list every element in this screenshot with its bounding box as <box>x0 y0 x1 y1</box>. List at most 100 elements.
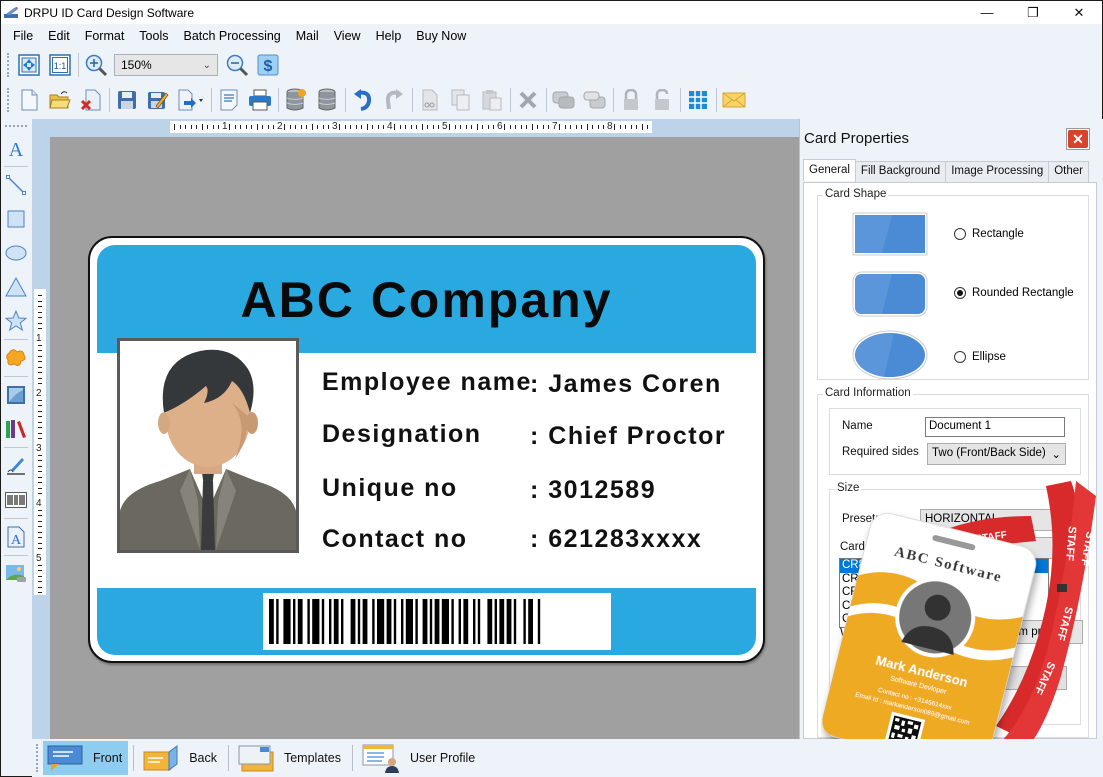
mail-button[interactable] <box>721 87 747 113</box>
user-profile-button[interactable]: User Profile <box>358 741 481 775</box>
star-tool-button[interactable] <box>1 304 31 338</box>
radio-button[interactable] <box>954 287 966 299</box>
symbol-tool-button[interactable] <box>1 341 31 375</box>
triangle-tool-button[interactable] <box>1 270 31 304</box>
actual-size-button[interactable]: 1:1 <box>47 52 73 78</box>
picture-tool-button[interactable] <box>1 557 31 591</box>
required-sides-select[interactable]: Two (Front/Back Side) ⌄ <box>927 443 1066 465</box>
toolbar-grip[interactable] <box>7 53 10 77</box>
database-button[interactable] <box>314 87 340 113</box>
radio-rounded-rectangle[interactable]: Rounded Rectangle <box>954 287 1074 299</box>
export-button[interactable] <box>176 87 206 113</box>
info-row-designation[interactable]: Designation: Chief Proctor <box>322 420 726 450</box>
id-card-front[interactable]: ABC Company Employee name: James Coren D… <box>88 236 765 663</box>
menu-format[interactable]: Format <box>79 29 131 43</box>
menu-edit[interactable]: Edit <box>42 29 76 43</box>
get-from-printer-button[interactable]: from pri <box>988 620 1083 644</box>
paste-button[interactable] <box>479 87 505 113</box>
tab-other[interactable]: Other <box>1048 161 1089 182</box>
menu-mail[interactable]: Mail <box>290 29 325 43</box>
image-tool-button[interactable] <box>1 378 31 412</box>
front-side-button[interactable]: Front <box>43 741 129 775</box>
menu-buy-now[interactable]: Buy Now <box>410 29 472 43</box>
tab-fill-background[interactable]: Fill Background <box>854 161 947 182</box>
library-tool-button[interactable] <box>1 412 31 446</box>
info-row-unique-no[interactable]: Unique no: 3012589 <box>322 474 656 504</box>
save-as-button[interactable] <box>145 87 171 113</box>
restore-button[interactable]: ❐ <box>1010 1 1056 24</box>
templates-button[interactable]: Templates <box>234 741 347 775</box>
list-item[interactable]: CR90 <box>840 586 1048 600</box>
ellipse-tool-button[interactable] <box>1 236 31 270</box>
new-button[interactable] <box>16 87 42 113</box>
signature-tool-button[interactable] <box>1 449 31 483</box>
bring-forward-button[interactable] <box>551 87 577 113</box>
fit-to-window-button[interactable] <box>16 52 42 78</box>
undo-button[interactable] <box>350 87 376 113</box>
close-icon: ✕ <box>1068 130 1088 148</box>
cut-button[interactable] <box>417 87 443 113</box>
tab-image-processing[interactable]: Image Processing <box>945 161 1050 182</box>
preset-select[interactable]: HORIZONTAL <box>920 509 1070 531</box>
database-add-button[interactable] <box>283 87 309 113</box>
open-button[interactable] <box>47 87 73 113</box>
minimize-button[interactable]: — <box>964 1 1010 24</box>
line-tool-button[interactable] <box>1 168 31 202</box>
toolbar-grip[interactable] <box>5 125 27 127</box>
close-button[interactable]: ✕ <box>1056 1 1102 24</box>
apply-button[interactable]: App <box>994 666 1067 690</box>
menu-file[interactable]: File <box>7 29 39 43</box>
print-preview-button[interactable] <box>216 87 242 113</box>
employee-photo[interactable] <box>117 338 299 553</box>
radio-button[interactable] <box>954 351 966 363</box>
zoom-level-select[interactable]: 150% ⌄ <box>114 54 218 76</box>
save-button[interactable] <box>114 87 140 113</box>
ruler-tick <box>454 125 456 129</box>
name-input[interactable]: Document 1 <box>925 417 1065 437</box>
card-category-select[interactable]: PVC_Card <box>919 537 1069 559</box>
radio-ellipse[interactable]: Ellipse <box>954 351 1006 363</box>
canvas[interactable]: ABC Company Employee name: James Coren D… <box>50 137 799 739</box>
ruler-tick <box>581 125 582 129</box>
barcode[interactable] <box>263 593 611 650</box>
text-tool-button[interactable]: A <box>1 131 31 165</box>
menu-help[interactable]: Help <box>370 29 408 43</box>
button-label: User Profile <box>409 751 476 765</box>
redo-button[interactable] <box>381 87 407 113</box>
print-button[interactable] <box>247 87 273 113</box>
lock-button[interactable] <box>618 87 644 113</box>
tab-general[interactable]: General <box>803 159 856 181</box>
menu-batch-processing[interactable]: Batch Processing <box>177 29 286 43</box>
zoom-out-button[interactable] <box>224 52 250 78</box>
barcode-tool-button[interactable] <box>1 483 31 517</box>
ruler-tick <box>421 124 423 130</box>
rectangle-shape-preview[interactable] <box>852 212 928 256</box>
list-item[interactable]: CR80-C <box>840 559 1048 573</box>
panel-close-button[interactable]: ✕ <box>1066 128 1090 150</box>
grid-button[interactable] <box>685 87 711 113</box>
close-document-button[interactable] <box>78 87 104 113</box>
card-size-list[interactable]: CR80-C CR79 CR90 CR10 CR5 <box>839 558 1049 628</box>
ellipse-shape-preview[interactable] <box>852 330 928 380</box>
watermark-tool-button[interactable]: A <box>1 520 31 554</box>
toolbar-grip[interactable] <box>36 744 39 772</box>
list-item[interactable]: CR79 <box>840 573 1048 587</box>
radio-rectangle[interactable]: Rectangle <box>954 228 1024 240</box>
radio-button[interactable] <box>954 228 966 240</box>
company-name[interactable]: ABC Company <box>97 271 756 329</box>
copy-button[interactable] <box>448 87 474 113</box>
menu-view[interactable]: View <box>328 29 367 43</box>
toolbar-grip[interactable] <box>7 88 10 112</box>
buy-button[interactable]: $ <box>255 52 281 78</box>
menu-tools[interactable]: Tools <box>133 29 174 43</box>
rectangle-tool-button[interactable] <box>1 202 31 236</box>
unlock-button[interactable] <box>649 87 675 113</box>
back-side-button[interactable]: Back <box>139 741 223 775</box>
info-row-contact-no[interactable]: Contact no: 621283xxxx <box>322 525 702 554</box>
delete-button[interactable] <box>515 87 541 113</box>
info-row-employee-name[interactable]: Employee name: James Coren <box>322 368 722 398</box>
zoom-in-button[interactable] <box>83 52 109 78</box>
send-backward-button[interactable] <box>582 87 608 113</box>
list-item[interactable]: CR10 <box>840 600 1048 614</box>
rounded-rectangle-shape-preview[interactable] <box>852 271 928 317</box>
